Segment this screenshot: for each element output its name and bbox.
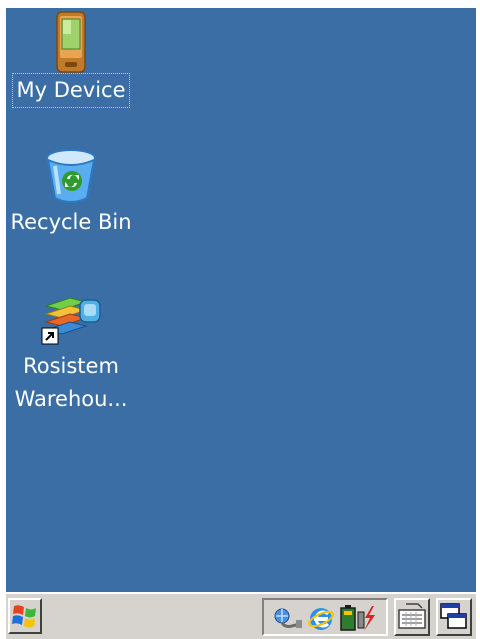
recycle-bin-icon xyxy=(46,149,96,203)
desktop-icon-my-device[interactable]: My Device xyxy=(6,10,136,108)
pda-device-icon xyxy=(56,11,86,73)
network-connection-icon[interactable] xyxy=(270,604,304,632)
device-screen: My Device Recycle Bin Rosistem Warehou..… xyxy=(6,8,476,639)
windows-flag-icon xyxy=(12,605,36,628)
taskbar xyxy=(6,592,476,639)
desktop-icon-recycle-bin[interactable]: Recycle Bin xyxy=(6,146,136,239)
desktop-switch-button[interactable] xyxy=(436,598,472,636)
start-button[interactable] xyxy=(8,598,42,634)
keyboard-icon xyxy=(398,603,426,629)
desktop-icon-label: Rosistem Warehou... xyxy=(14,354,128,411)
desktop[interactable]: My Device Recycle Bin Rosistem Warehou..… xyxy=(6,8,476,592)
desktop-icon-rosistem-warehouse[interactable]: Rosistem Warehou... xyxy=(6,288,136,416)
battery-charging-icon[interactable] xyxy=(338,604,378,632)
system-tray xyxy=(262,598,388,636)
internet-explorer-icon[interactable] xyxy=(308,604,334,632)
desktop-icon-label: Recycle Bin xyxy=(10,210,132,234)
windows-switch-icon xyxy=(440,603,467,629)
keyboard-button[interactable] xyxy=(394,598,430,636)
warehouse-app-shortcut-icon xyxy=(41,297,101,345)
desktop-icon-label: My Device xyxy=(12,73,130,108)
